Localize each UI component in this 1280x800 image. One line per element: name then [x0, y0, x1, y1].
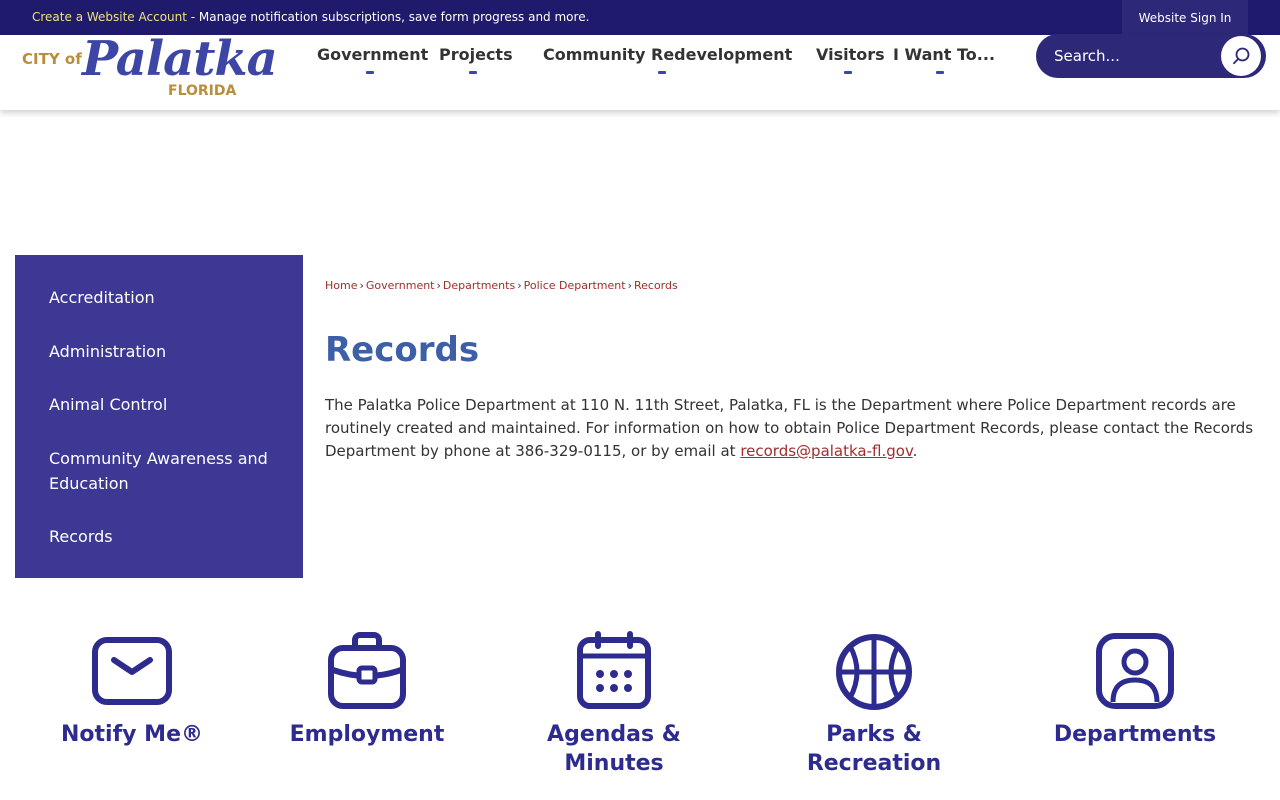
nav-dash — [844, 71, 852, 74]
quick-link-notify-me[interactable]: Notify Me® — [32, 630, 232, 749]
quick-link-label: Parks & Recreation — [806, 722, 942, 776]
nav-dash — [366, 71, 374, 74]
search-input[interactable] — [1054, 45, 1214, 67]
search-box — [1036, 34, 1266, 78]
page-title: Records — [325, 330, 480, 370]
quick-link-parks-recreation[interactable]: Parks & Recreation — [774, 630, 974, 778]
nav-projects[interactable]: Projects — [439, 45, 513, 74]
search-button[interactable] — [1221, 36, 1261, 76]
breadcrumb-separator: › — [627, 279, 632, 292]
quick-link-label: Departments — [1053, 722, 1217, 747]
nav-dash — [469, 71, 477, 74]
website-sign-in-button[interactable]: Website Sign In — [1122, 0, 1248, 35]
quick-link-label: Agendas & Minutes — [547, 722, 681, 776]
records-email-link[interactable]: records@palatka-fl.gov — [740, 442, 912, 460]
quick-link-departments[interactable]: Departments — [1035, 630, 1235, 749]
nav-dash — [936, 71, 944, 74]
breadcrumb-government[interactable]: Government — [366, 279, 435, 292]
nav-government-label: Government — [317, 45, 429, 64]
quick-link-agendas-minutes[interactable]: Agendas & Minutes — [514, 630, 714, 778]
basketball-icon — [836, 634, 912, 710]
sidebar-nav: Accreditation Administration Animal Cont… — [15, 255, 303, 578]
create-account-link[interactable]: Create a Website Account — [32, 10, 187, 24]
header: CITY of Palatka FLORIDA Government Proje… — [0, 31, 1280, 110]
briefcase-icon — [328, 632, 406, 709]
person-icon — [1096, 633, 1174, 709]
logo-state: FLORIDA — [168, 83, 237, 99]
breadcrumb-home[interactable]: Home — [325, 279, 357, 292]
sidebar-item-administration[interactable]: Administration — [49, 339, 269, 364]
records-description: The Palatka Police Department at 110 N. … — [325, 394, 1255, 463]
records-description-end: . — [912, 442, 918, 460]
logo-name: Palatka — [82, 31, 278, 87]
breadcrumb: Home › Government › Departments › Police Depar… — [325, 279, 678, 292]
breadcrumb-records[interactable]: Records — [634, 279, 678, 292]
nav-i-want-to-label: I Want To... — [893, 45, 996, 64]
quick-link-label: Employment — [289, 722, 445, 747]
envelope-icon — [92, 637, 172, 705]
sidebar-item-records[interactable]: Records — [49, 524, 269, 549]
nav-dash — [658, 71, 666, 74]
breadcrumb-separator: › — [359, 279, 364, 292]
nav-visitors-label: Visitors — [816, 45, 885, 64]
search-icon — [1233, 47, 1250, 65]
breadcrumb-departments[interactable]: Departments — [443, 279, 515, 292]
nav-community-redevelopment-label: Community Redevelopment — [543, 45, 793, 64]
nav-government[interactable]: Government — [317, 45, 429, 74]
nav-i-want-to[interactable]: I Want To... — [893, 45, 996, 74]
sidebar-item-community-awareness[interactable]: Community Awareness and Education — [49, 446, 269, 496]
breadcrumb-separator: › — [517, 279, 522, 292]
sidebar-item-accreditation[interactable]: Accreditation — [49, 285, 269, 310]
nav-visitors[interactable]: Visitors — [816, 45, 885, 74]
account-message-text: - Manage notification subscriptions, sav… — [186, 10, 590, 24]
nav-community-redevelopment[interactable]: Community Redevelopment — [543, 45, 793, 74]
quick-link-employment[interactable]: Employment — [267, 630, 467, 749]
quick-link-label: Notify Me® — [61, 722, 203, 747]
sidebar-item-animal-control[interactable]: Animal Control — [49, 392, 269, 417]
top-bar: Create a Website Account - Manage notifi… — [0, 0, 1280, 35]
logo-city-of: CITY of — [22, 50, 82, 68]
calendar-icon — [577, 631, 651, 709]
nav-projects-label: Projects — [439, 45, 513, 64]
breadcrumb-police-department[interactable]: Police Department — [524, 279, 626, 292]
city-logo[interactable]: CITY of Palatka FLORIDA — [22, 31, 278, 105]
breadcrumb-separator: › — [436, 279, 441, 292]
account-message: Create a Website Account - Manage notifi… — [32, 10, 589, 24]
